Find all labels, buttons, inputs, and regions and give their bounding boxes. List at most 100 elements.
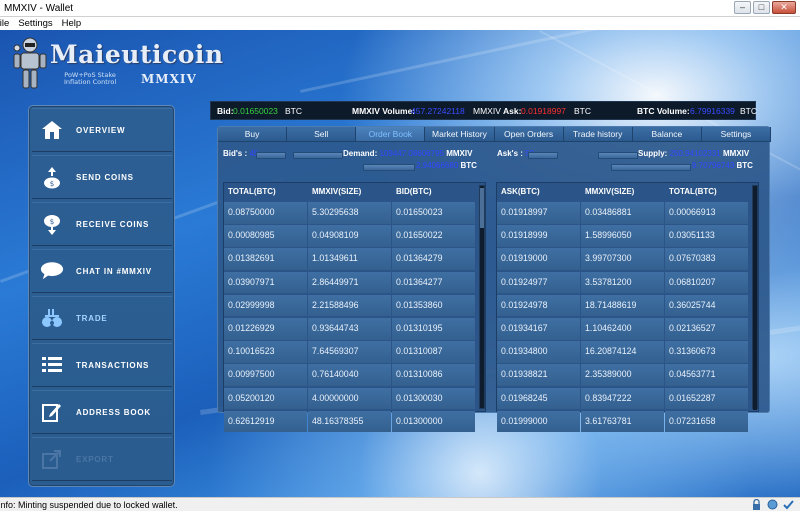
bids-table-cell: 0.05200120 [224,387,307,410]
bids-table-cell: 1.01349611 [308,248,391,271]
asks-table-cell: 0.01999000 [497,410,580,433]
trade-panel: Buy Sell Order Book Market History Open … [217,126,771,433]
supply-btc: 9.70796743 BTC [692,161,753,170]
status-text: Info: Minting suspended due to locked wa… [0,500,178,510]
bids-table-row[interactable]: 0.02999998 2.21588496 0.01353860 [224,294,476,318]
asks-table-cell: 0.01924977 [497,271,580,294]
asks-table-cell: 0.01919000 [497,248,580,271]
edit-book-icon [40,400,64,424]
supply-btc-bar [611,164,691,171]
asks-table-row[interactable]: 0.01999000 3.61763781 0.07231658 [497,410,749,434]
bids-table-row[interactable]: 0.01226929 0.93644743 0.01310195 [224,317,476,341]
asks-table-row[interactable]: 0.01924977 3.53781200 0.06810207 [497,271,749,295]
ticker-mmxiv-volume-label: MMXIV Volume: [352,106,416,116]
minimize-button[interactable]: – [734,1,751,14]
bids-table-cell: 7.64569307 [308,341,391,363]
sidebar-item-send-coins[interactable]: $ SEND COINS [32,155,172,199]
bids-table-cell: 0.08750000 [224,202,307,224]
export-icon [40,447,64,471]
bids-scrollbar[interactable] [479,185,485,409]
coins-receive-icon: $ [40,212,64,236]
tab-settings[interactable]: Settings [701,127,771,142]
asks-col-ask[interactable]: ASK(BTC) [497,183,581,201]
tab-balance[interactable]: Balance [632,127,702,142]
asks-table-cell: 0.01968245 [497,387,580,410]
tab-market-history[interactable]: Market History [425,127,495,142]
bids-col-size[interactable]: MMXIV(SIZE) [308,183,392,201]
asks-table-row[interactable]: 0.01918999 1.58996050 0.03051133 [497,225,749,248]
sidebar-item-overview[interactable]: OVERVIEW [32,108,172,152]
tab-open-orders[interactable]: Open Orders [494,127,564,142]
sidebar-item-trade[interactable]: TRADE [32,296,172,340]
bids-table-cell: 0.01310195 [392,317,475,340]
tab-order-book[interactable]: Order Book [356,127,426,142]
sidebar-item-address-book[interactable]: ADDRESS BOOK [32,390,172,434]
asks-scrollbar[interactable] [752,185,758,410]
bids-table-cell: 2.21588496 [308,294,391,317]
bids-count-bar [256,152,286,159]
logo-tagline: PoW+PoS Stake Inflation Control [64,71,117,86]
bids-table-row[interactable]: 0.00997500 0.76140040 0.01310086 [224,364,476,387]
ticker-btc-volume-label: BTC Volume: [637,106,690,116]
bids-table-row[interactable]: 0.05200120 4.00000000 0.01300030 [224,387,476,411]
tab-buy[interactable]: Buy [218,127,288,142]
asks-table-cell: 1.10462400 [581,317,664,340]
asks-col-total[interactable]: TOTAL(BTC) [665,183,749,201]
asks-col-size[interactable]: MMXIV(SIZE) [581,183,665,201]
menu-bar: File Settings Help [0,17,800,30]
bids-table-row[interactable]: 0.01382691 1.01349611 0.01364279 [224,248,476,271]
list-icon [40,353,64,377]
asks-table-cell: 3.99707300 [581,248,664,271]
asks-table-cell: 0.07670383 [665,248,748,271]
supply-bar [598,152,638,159]
sidebar-item-chat[interactable]: CHAT IN #MMXIV [32,249,172,293]
asks-table-cell: 3.53781200 [581,271,664,294]
asks-table-row[interactable]: 0.01934167 1.10462400 0.02136527 [497,317,749,341]
asks-table-cell: 0.04563771 [665,364,748,386]
tab-trade-history[interactable]: Trade history [563,127,633,142]
logo-edition: MMXIV [141,72,197,86]
asks-table-row[interactable]: 0.01968245 0.83947222 0.01652287 [497,387,749,411]
asks-table-row[interactable]: 0.01924978 18.71488619 0.36025744 [497,294,749,318]
bids-scroll-thumb[interactable] [480,188,484,228]
tab-sell[interactable]: Sell [287,127,357,142]
bids-table-cell: 5.30295638 [308,202,391,224]
bids-table-row[interactable]: 0.03907971 2.86449971 0.01364277 [224,271,476,295]
menu-settings[interactable]: Settings [18,17,52,30]
bids-table-header: TOTAL(BTC) MMXIV(SIZE) BID(BTC) [224,183,476,201]
menu-file[interactable]: File [0,17,9,30]
bids-table-cell: 0.01650022 [392,225,475,247]
asks-table-cell: 0.02136527 [665,317,748,340]
bids-table-cell: 0.01310086 [392,364,475,386]
asks-table-cell: 0.01924978 [497,294,580,317]
asks-table-row[interactable]: 0.01934800 16.20874124 0.31360673 [497,341,749,364]
close-button[interactable]: ✕ [772,1,796,14]
sidebar: OVERVIEW $ SEND COINS $ RECEIVE COINS CH… [28,105,175,487]
sidebar-item-export[interactable]: EXPORT [32,437,172,481]
maximize-button[interactable]: □ [753,1,770,14]
bids-col-total[interactable]: TOTAL(BTC) [224,183,308,201]
asks-scroll-track[interactable] [753,210,757,410]
menu-help[interactable]: Help [62,17,82,30]
asks-table-row[interactable]: 0.01938821 2.35389000 0.04563771 [497,364,749,387]
sidebar-item-transactions[interactable]: TRANSACTIONS [32,343,172,387]
asks-table-row[interactable]: 0.01918997 0.03486881 0.00066913 [497,202,749,225]
asks-table-rows: 0.01918997 0.03486881 0.00066913 0.01918999… [497,202,749,434]
asks-table-row[interactable]: 0.01919000 3.99707300 0.07670383 [497,248,749,271]
bids-table-cell: 0.01650023 [392,202,475,224]
asks-table-cell: 0.01918999 [497,225,580,247]
ticker-bid-label: Bid: [217,106,234,116]
bids-table-row[interactable]: 0.62612919 48.16378355 0.01300000 [224,410,476,434]
sidebar-item-receive-coins[interactable]: $ RECEIVE COINS [32,202,172,246]
bids-table-cell: 0.01310087 [392,341,475,363]
bids-table-row[interactable]: 0.00080985 0.04908109 0.01650022 [224,225,476,248]
lock-icon[interactable] [751,498,762,510]
bids-table-cell: 0.10016523 [224,341,307,363]
bids-table-row[interactable]: 0.10016523 7.64569307 0.01310087 [224,341,476,364]
network-icon[interactable] [767,499,778,510]
demand-btc-bar [363,164,415,171]
bids-table-row[interactable]: 0.08750000 5.30295638 0.01650023 [224,202,476,225]
bids-col-bid[interactable]: BID(BTC) [392,183,476,201]
asks-count-bar [528,152,558,159]
sync-check-icon[interactable] [783,499,794,510]
